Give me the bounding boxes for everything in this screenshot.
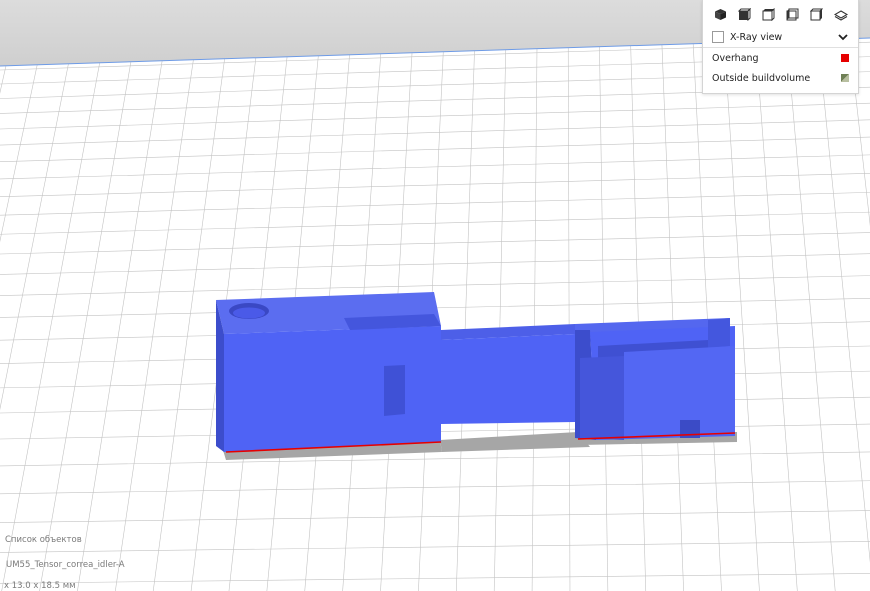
left-view-icon[interactable]	[785, 6, 801, 22]
right-view-icon[interactable]	[809, 6, 825, 22]
xray-checkbox[interactable]	[712, 31, 724, 43]
legend-overhang: Overhang	[703, 48, 858, 68]
outside-buildvolume-swatch	[841, 74, 849, 82]
legend-outside-label: Outside buildvolume	[712, 72, 811, 84]
view-panel: X-Ray view Overhang Outside buildvolume	[702, 0, 859, 94]
layflat-view-icon[interactable]	[833, 6, 849, 22]
3d-view-icon[interactable]	[712, 6, 728, 22]
top-view-icon[interactable]	[760, 6, 776, 22]
legend-overhang-label: Overhang	[712, 52, 759, 64]
legend-outside-buildvolume: Outside buildvolume	[703, 68, 858, 88]
overhang-swatch	[841, 54, 849, 62]
object-list-title[interactable]: Список объектов	[5, 536, 82, 545]
chevron-down-icon[interactable]	[837, 31, 849, 43]
xray-row: X-Ray view	[703, 27, 858, 47]
xray-label: X-Ray view	[730, 31, 783, 43]
object-name[interactable]: UM55_Tensor_correa_idler-A	[6, 561, 125, 570]
camera-view-buttons	[703, 0, 858, 23]
front-view-icon[interactable]	[736, 6, 752, 22]
object-dimensions: x 13.0 x 18.5 мм	[4, 581, 76, 591]
